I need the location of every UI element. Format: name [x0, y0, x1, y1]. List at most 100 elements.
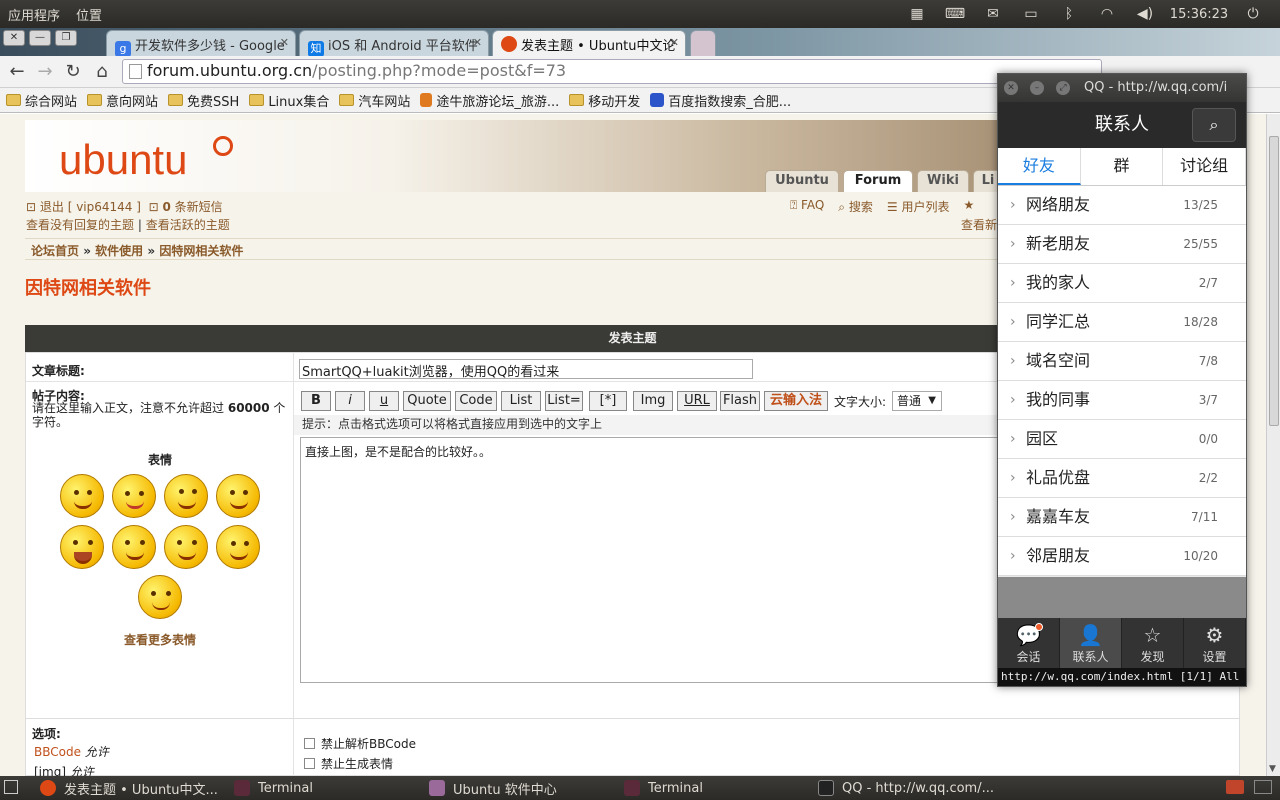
contact-group[interactable]: › 我的家人 2/7 — [998, 264, 1246, 303]
back-icon[interactable]: ← — [5, 60, 29, 84]
nav-discover[interactable]: ☆ 发现 — [1122, 618, 1184, 668]
disable-bbcode-option[interactable]: 禁止解析BBCode — [304, 735, 416, 752]
underline-button[interactable]: u — [369, 391, 399, 411]
members-link[interactable]: ☰ 用户列表 — [887, 198, 950, 215]
qq-search-button[interactable]: ⌕ — [1192, 108, 1236, 142]
mail-icon[interactable]: ✉ — [974, 6, 1012, 22]
faq-link[interactable]: ⍰ FAQ — [790, 198, 824, 215]
pm-count[interactable]: 0 — [162, 200, 170, 214]
bookmark-link[interactable]: 途牛旅游论坛_旅游... — [420, 91, 559, 110]
scrollbar-thumb[interactable] — [1269, 136, 1279, 426]
places-menu[interactable]: 位置 — [68, 5, 110, 24]
clock[interactable]: 15:36:23 — [1164, 7, 1234, 22]
smiley-dizzy-icon[interactable] — [138, 575, 182, 619]
keyboard-icon[interactable]: ⌨ — [936, 6, 974, 22]
code-button[interactable]: Code — [455, 391, 497, 411]
smiley-icon[interactable] — [60, 474, 104, 518]
address-bar[interactable]: forum.ubuntu.org.cn/posting.php?mode=pos… — [122, 59, 1102, 84]
disable-smilies-option[interactable]: 禁止生成表情 — [304, 755, 393, 772]
nav-conversations[interactable]: 💬 会话 — [998, 618, 1060, 668]
disable-smilies-checkbox[interactable] — [304, 758, 315, 769]
tab-discussions[interactable]: 讨论组 — [1163, 148, 1247, 185]
bookmark-folder[interactable]: 综合网站 — [6, 91, 77, 110]
browser-tab-zhihu[interactable]: 知 iOS 和 Android 平台软件 ✕ — [299, 30, 489, 56]
qq-minimize-icon[interactable]: – — [1030, 81, 1044, 95]
taskbar-item-terminal[interactable]: Terminal — [234, 778, 313, 798]
qq-maximize-icon[interactable]: ⤢ — [1056, 81, 1070, 95]
site-tab-ubuntu[interactable]: Ubuntu — [765, 170, 839, 192]
flash-button[interactable]: Flash — [720, 391, 760, 411]
smiley-tongue-icon[interactable] — [112, 474, 156, 518]
search-link[interactable]: ⌕ 搜索 — [838, 198, 873, 215]
tab-close-icon[interactable]: ✕ — [473, 36, 482, 49]
disable-bbcode-checkbox[interactable] — [304, 738, 315, 749]
page-scrollbar[interactable]: ▼ — [1266, 114, 1280, 776]
breadcrumb-home[interactable]: 论坛首页 — [31, 244, 79, 258]
img-button[interactable]: Img — [633, 391, 673, 411]
bold-button[interactable]: B — [301, 391, 331, 411]
new-posts-link[interactable]: 查看新 — [961, 216, 997, 233]
smiley-sweat-icon[interactable] — [112, 525, 156, 569]
volume-icon[interactable]: ◀) — [1126, 6, 1164, 22]
home-icon[interactable]: ⌂ — [90, 60, 114, 84]
more-smilies-link[interactable]: 查看更多表情 — [26, 631, 294, 648]
smiley-blush-icon[interactable] — [164, 474, 208, 518]
active-topics-link[interactable]: 查看活跃的主题 — [146, 218, 230, 232]
list-item-button[interactable]: [*] — [589, 391, 627, 411]
window-close-icon[interactable]: ✕ — [3, 30, 25, 46]
cloud-input-button[interactable]: 云输入法 — [764, 391, 828, 411]
breadcrumb-software[interactable]: 软件使用 — [95, 244, 143, 258]
bluetooth-icon[interactable]: ᛒ — [1050, 6, 1088, 22]
list-button[interactable]: List — [501, 391, 541, 411]
nav-contacts[interactable]: 👤 联系人 — [1060, 618, 1122, 668]
workspace-switcher-icon[interactable] — [1226, 780, 1244, 794]
bookmark-folder[interactable]: Linux集合 — [249, 91, 329, 110]
bookmark-folder[interactable]: 免费SSH — [168, 91, 239, 110]
window-minimize-icon[interactable]: — — [29, 30, 51, 46]
smiley-snicker-icon[interactable] — [216, 525, 260, 569]
smiley-cry-icon[interactable] — [60, 525, 104, 569]
nav-settings[interactable]: ⚙ 设置 — [1184, 618, 1246, 668]
site-tab-wiki[interactable]: Wiki — [917, 170, 969, 192]
bookmark-folder[interactable]: 意向网站 — [87, 91, 158, 110]
taskbar-item-software-center[interactable]: Ubuntu 软件中心 — [429, 778, 557, 798]
taskbar-item-terminal-2[interactable]: Terminal — [624, 778, 703, 798]
pm-link[interactable]: 条新短信 — [175, 200, 223, 214]
taskbar-item-browser[interactable]: 发表主题 • Ubuntu中文... — [40, 778, 218, 798]
bbcode-link[interactable]: BBCode — [34, 745, 81, 759]
bookmark-folder[interactable]: 汽车网站 — [339, 91, 410, 110]
smiley-grin-icon[interactable] — [164, 525, 208, 569]
contact-group[interactable]: › 网络朋友 13/25 — [998, 186, 1246, 225]
smiley-cover-mouth-icon[interactable] — [216, 474, 260, 518]
reload-icon[interactable]: ↻ — [61, 60, 85, 84]
site-tab-forum[interactable]: Forum — [843, 170, 913, 192]
star-icon[interactable]: ★ — [963, 198, 974, 215]
wifi-icon[interactable]: ◠ — [1088, 6, 1126, 22]
trash-icon[interactable] — [1254, 780, 1272, 794]
italic-button[interactable]: i — [335, 391, 365, 411]
contact-group[interactable]: › 嘉嘉车友 7/11 — [998, 498, 1246, 537]
show-desktop-icon[interactable] — [4, 780, 18, 794]
scroll-down-icon[interactable]: ▼ — [1269, 764, 1276, 774]
contact-group[interactable]: › 邻居朋友 10/20 — [998, 537, 1246, 576]
font-size-select[interactable]: 普通 ▼ — [892, 391, 942, 411]
ordered-list-button[interactable]: List= — [545, 391, 583, 411]
qq-close-icon[interactable]: ✕ — [1004, 81, 1018, 95]
battery-icon[interactable]: ▭ — [1012, 6, 1050, 22]
tab-close-icon[interactable]: ✕ — [280, 36, 289, 49]
breadcrumb-internet[interactable]: 因特网相关软件 — [159, 244, 243, 258]
contact-group[interactable]: › 园区 0/0 — [998, 420, 1246, 459]
tab-friends[interactable]: 好友 — [998, 148, 1081, 185]
browser-tab-ubuntu-forum[interactable]: 发表主题 • Ubuntu中文论 ✕ — [492, 30, 686, 56]
contact-group[interactable]: › 礼品优盘 2/2 — [998, 459, 1246, 498]
applications-menu[interactable]: 应用程序 — [0, 5, 68, 24]
logout-link[interactable]: 退出 [ vip64144 ] — [40, 200, 141, 214]
post-body-textarea[interactable]: 直接上图，是不是配合的比较好。。 — [300, 437, 1000, 683]
taskbar-item-qq[interactable]: QQ - http://w.qq.com/... — [818, 778, 994, 798]
window-maximize-icon[interactable]: ❐ — [55, 30, 77, 46]
url-button[interactable]: URL — [677, 391, 717, 411]
browser-tab-google[interactable]: g 开发软件多少钱 - Google ✕ — [106, 30, 296, 56]
bookmark-folder[interactable]: 移动开发 — [569, 91, 640, 110]
tab-close-icon[interactable]: ✕ — [670, 36, 679, 49]
ubuntu-logo[interactable]: ubuntu — [59, 136, 187, 184]
